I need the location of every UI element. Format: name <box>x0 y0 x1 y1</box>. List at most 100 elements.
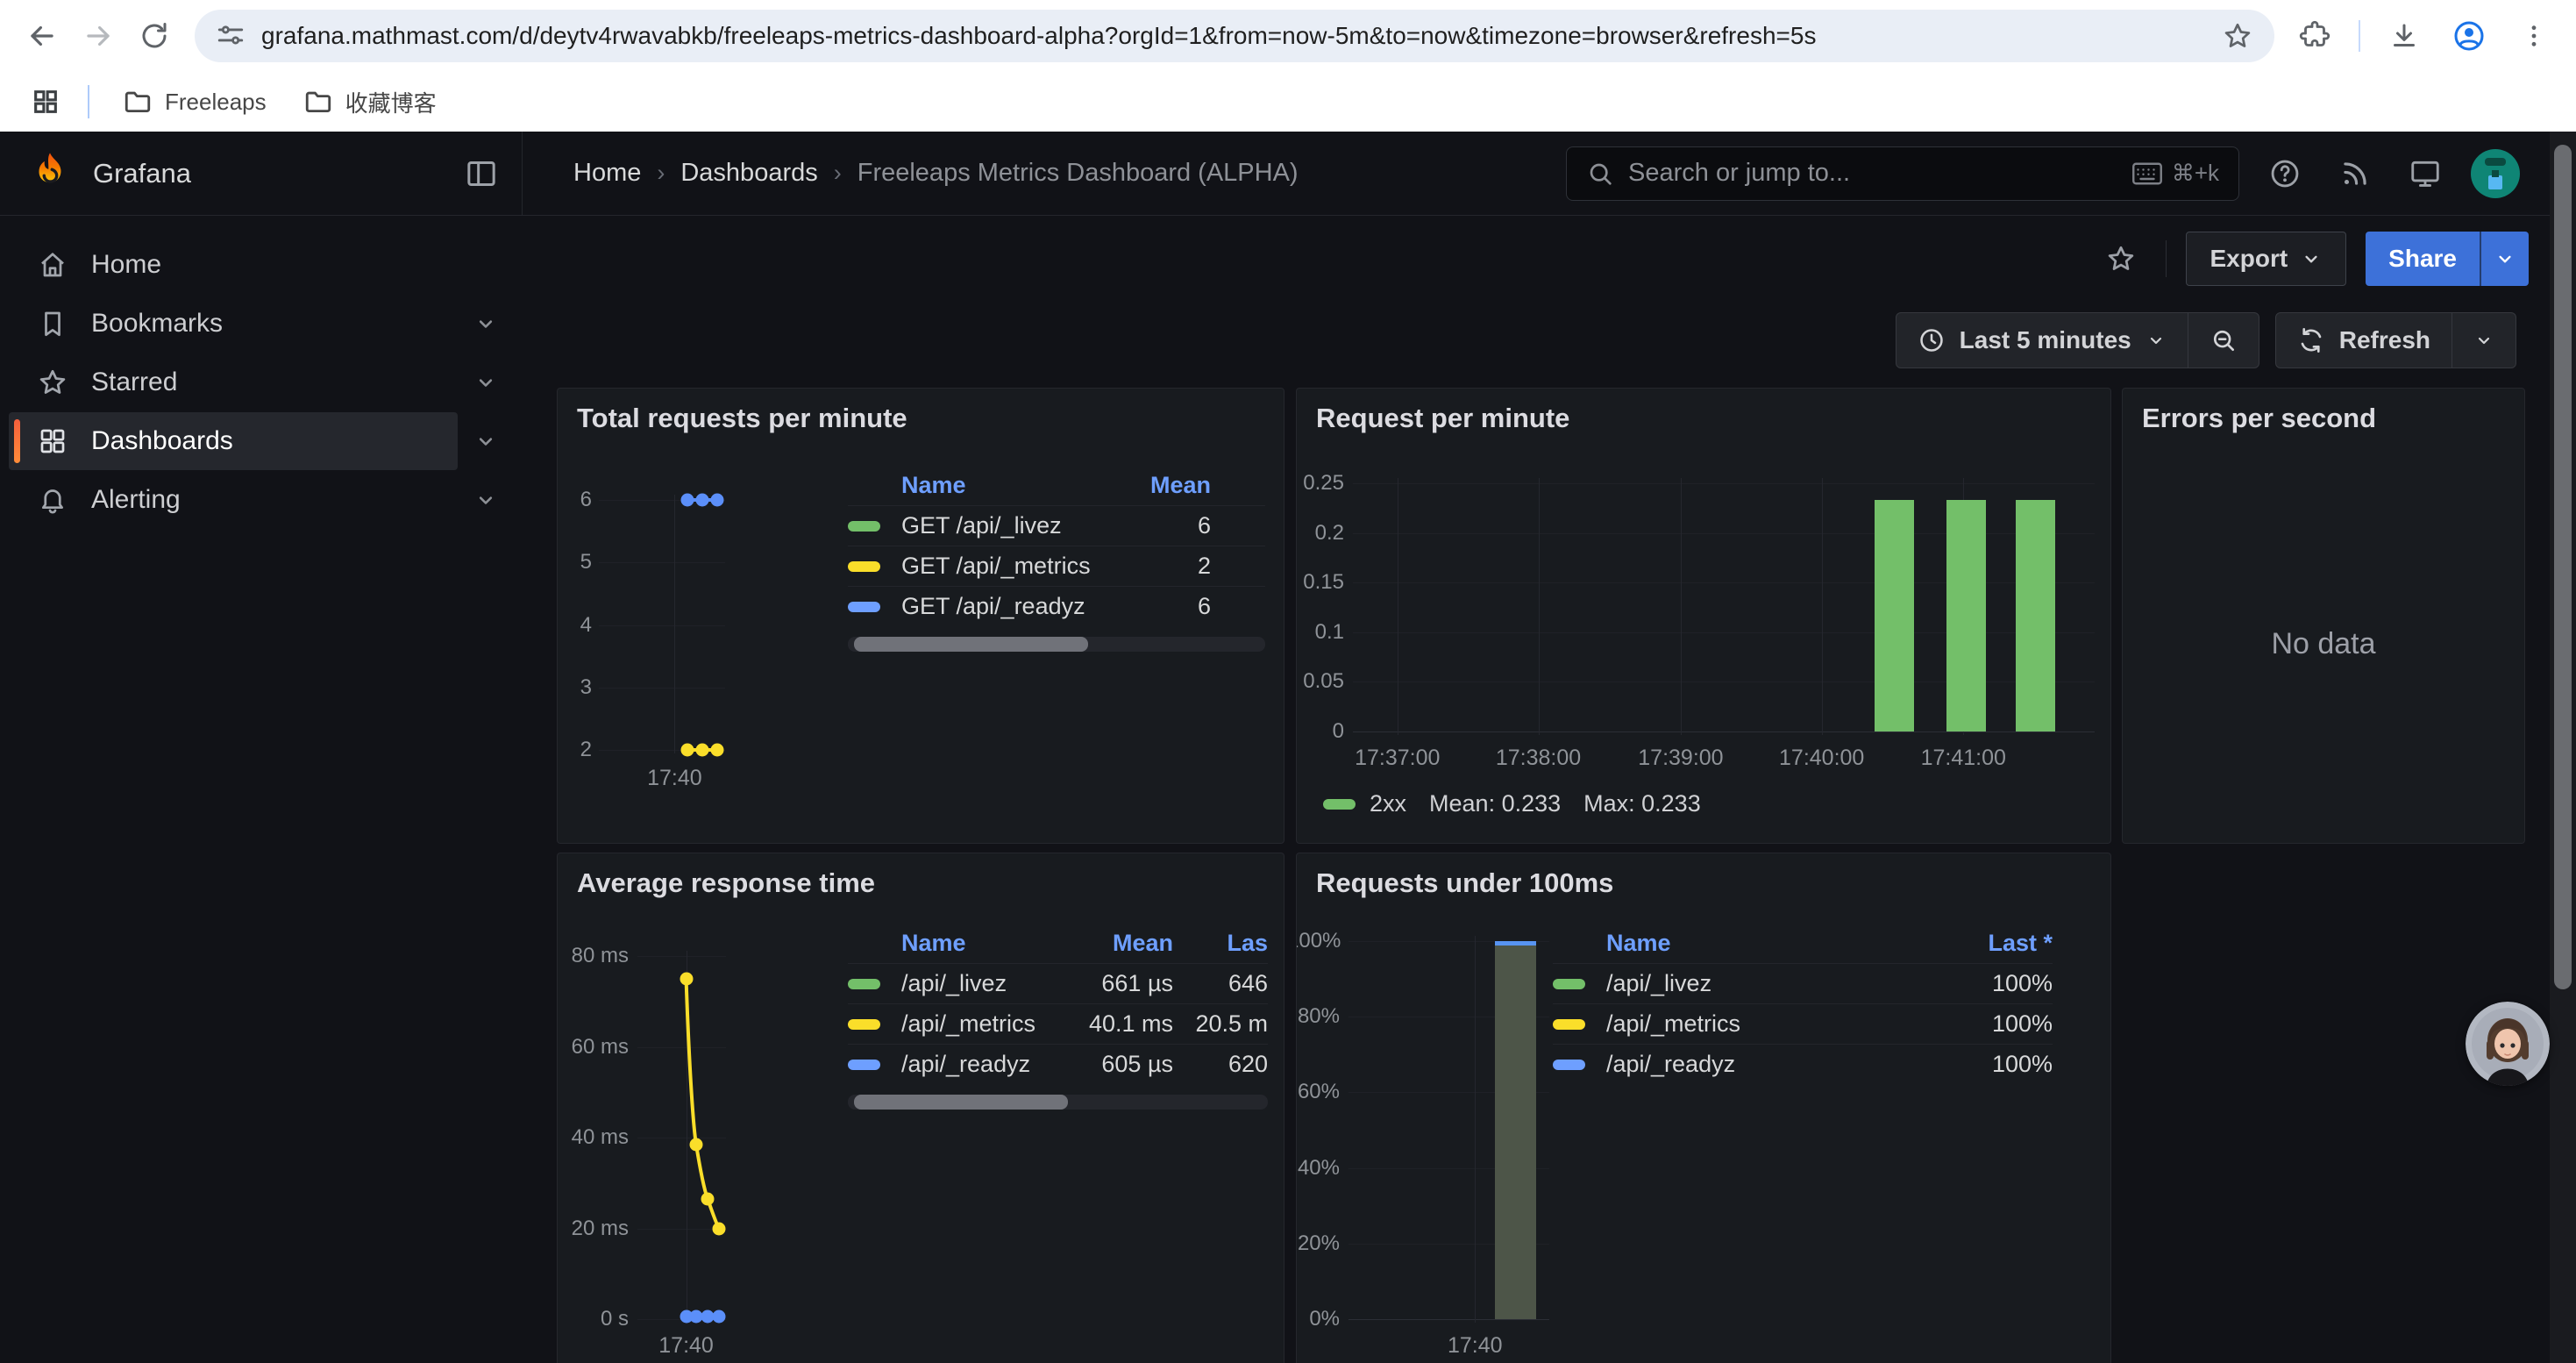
browser-menu-button[interactable] <box>2506 8 2562 64</box>
extensions-button[interactable] <box>2287 8 2343 64</box>
refresh-interval-button[interactable] <box>2451 313 2516 368</box>
time-range-picker[interactable]: Last 5 minutes <box>1896 313 2188 368</box>
scrollbar-thumb[interactable] <box>854 1095 1068 1110</box>
export-button[interactable]: Export <box>2186 232 2346 286</box>
sidebar-item-home: Home <box>9 236 514 294</box>
url-input[interactable] <box>261 22 2206 50</box>
legend-row: GET /api/_livez 6 <box>848 505 1265 546</box>
chevron-down-icon <box>2473 330 2494 351</box>
bookmark-star-icon[interactable] <box>2222 20 2253 52</box>
legend-scrollbar[interactable] <box>848 1095 1268 1110</box>
breadcrumb-home[interactable]: Home <box>573 159 641 188</box>
refresh-icon <box>2297 326 2325 354</box>
series-name[interactable]: /api/_readyz <box>901 1051 1042 1078</box>
series-last: 100% <box>1992 970 2053 997</box>
legend-item-2xx[interactable]: 2xx <box>1323 790 1406 817</box>
page-scrollbar-track[interactable] <box>2550 132 2576 1363</box>
apps-button[interactable] <box>23 79 68 125</box>
col-mean[interactable]: Mean <box>1042 930 1173 957</box>
sidebar-toggle-button[interactable] <box>464 156 499 191</box>
sidebar-link-bookmarks[interactable]: Bookmarks <box>9 295 458 353</box>
col-last[interactable]: Las <box>1173 930 1268 957</box>
series-name[interactable]: GET /api/_metrics <box>901 553 1198 580</box>
grafana-top-nav: Grafana Home › Dashboards › Freeleaps Me… <box>0 132 2576 216</box>
series-name[interactable]: /api/_livez <box>1606 970 1992 997</box>
download-icon <box>2388 20 2420 52</box>
col-mean[interactable]: Mean <box>1150 472 1265 499</box>
grafana-app: Grafana Home › Dashboards › Freeleaps Me… <box>0 132 2576 1363</box>
col-name[interactable]: Name <box>901 930 966 957</box>
sidebar-item-label: Home <box>91 250 161 280</box>
area-fill-100pct <box>1495 941 1536 1319</box>
sidebar-expand-bookmarks[interactable] <box>458 295 514 353</box>
share-label: Share <box>2388 245 2457 273</box>
user-avatar-button[interactable] <box>2471 149 2520 198</box>
export-label: Export <box>2210 245 2288 273</box>
panel-avg-response-time: Average response time 80 ms 60 ms 40 ms … <box>557 853 1284 1363</box>
reload-icon <box>139 20 170 52</box>
sidebar-link-home[interactable]: Home <box>9 236 514 294</box>
sidebar-link-alerting[interactable]: Alerting <box>9 471 458 529</box>
sidebar-expand-starred[interactable] <box>458 353 514 411</box>
chart-legend: 2xx Mean: 0.233 Max: 0.233 <box>1323 790 1701 817</box>
help-button[interactable] <box>2260 149 2309 198</box>
sidebar-link-starred[interactable]: Starred <box>9 353 458 411</box>
panel-title[interactable]: Requests under 100ms <box>1316 867 1613 899</box>
data-point <box>680 744 694 757</box>
reload-button[interactable] <box>126 8 182 64</box>
downloads-button[interactable] <box>2376 8 2432 64</box>
series-last: 100% <box>1992 1010 2053 1038</box>
back-button[interactable] <box>14 8 70 64</box>
panel-title[interactable]: Request per minute <box>1316 403 1569 434</box>
share-menu-button[interactable] <box>2480 232 2529 286</box>
floating-assistant-avatar[interactable] <box>2466 1002 2550 1086</box>
x-tick: 17:39:00 <box>1638 746 1723 771</box>
series-name[interactable]: /api/_metrics <box>901 1010 1042 1038</box>
col-name[interactable]: Name <box>1606 930 1671 957</box>
back-icon <box>25 19 59 53</box>
legend-header: Name Mean Las <box>848 924 1268 963</box>
scrollbar-thumb[interactable] <box>854 637 1088 652</box>
series-mean: 605 µs <box>1042 1051 1173 1078</box>
y-tick: 20 ms <box>557 1217 629 1241</box>
series-name[interactable]: /api/_metrics <box>1606 1010 1992 1038</box>
y-tick: 0 s <box>557 1307 629 1331</box>
series-name[interactable]: GET /api/_readyz <box>901 593 1198 620</box>
star-icon <box>2105 243 2137 275</box>
forward-button[interactable] <box>70 8 126 64</box>
sidebar-item-label: Bookmarks <box>91 309 223 339</box>
panel-title[interactable]: Errors per second <box>2142 403 2376 434</box>
series-name[interactable]: /api/_livez <box>901 970 1042 997</box>
bookmark-folder-freeleaps[interactable]: Freeleaps <box>109 80 281 124</box>
panel-title[interactable]: Total requests per minute <box>577 403 907 434</box>
profile-button[interactable] <box>2441 8 2497 64</box>
star-dashboard-button[interactable] <box>2096 233 2146 284</box>
nav-brand-area: Grafana <box>0 132 523 215</box>
series-name[interactable]: GET /api/_livez <box>901 512 1198 539</box>
search-input[interactable] <box>1628 159 2117 188</box>
breadcrumb-dashboards[interactable]: Dashboards <box>680 159 817 188</box>
page-scrollbar-thumb[interactable] <box>2554 145 2572 989</box>
time-picker-group: Last 5 minutes <box>1896 312 2259 368</box>
search-box[interactable]: ⌘+k <box>1566 146 2239 201</box>
series-color-readyz <box>1553 1060 1585 1070</box>
bookmark-folder-blogs[interactable]: 收藏博客 <box>289 79 451 125</box>
url-bar[interactable] <box>195 10 2274 62</box>
news-button[interactable] <box>2330 149 2380 198</box>
panel-title[interactable]: Average response time <box>577 867 875 899</box>
legend-scrollbar[interactable] <box>848 637 1265 652</box>
x-tick: 17:40 <box>658 1333 714 1359</box>
col-name[interactable]: Name <box>901 472 966 499</box>
col-last[interactable]: Last * <box>1988 930 2053 957</box>
sidebar-expand-dashboards[interactable] <box>458 412 514 470</box>
x-tick: 17:41:00 <box>1921 746 2006 771</box>
dashboard-actions: Export Share <box>523 216 2576 302</box>
sidebar-link-dashboards[interactable]: Dashboards <box>9 412 458 470</box>
series-name[interactable]: /api/_readyz <box>1606 1051 1992 1078</box>
kiosk-mode-button[interactable] <box>2401 149 2450 198</box>
sidebar-expand-alerting[interactable] <box>458 471 514 529</box>
share-button[interactable]: Share <box>2366 232 2480 286</box>
zoom-out-time-button[interactable] <box>2188 313 2259 368</box>
refresh-button[interactable]: Refresh <box>2276 313 2451 368</box>
y-tick: 0.25 <box>1300 471 1344 496</box>
